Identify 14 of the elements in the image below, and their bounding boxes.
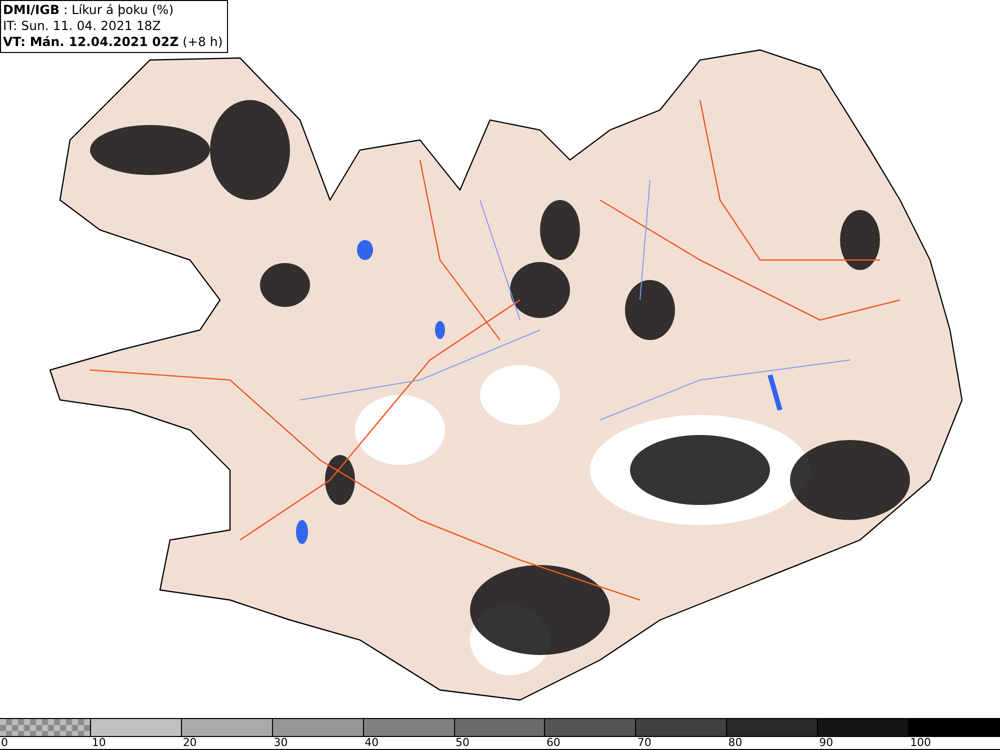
legend-label: 100 [909,737,932,749]
legend-label: 10 [90,737,106,749]
issue-time: IT: Sun. 11. 04. 2021 18Z [3,18,162,34]
legend-label: 0 [0,737,8,749]
legend-label: 60 [545,737,560,749]
valid-time: VT: Mán. 12.04.2021 02Z (+8 h) [3,34,223,50]
legend-label: 90 [818,737,834,749]
legend-label: 80 [727,737,742,749]
legend-label: 70 [636,737,652,749]
legend-label: 40 [364,737,379,749]
legend-label: 50 [454,737,470,749]
legend-label: 30 [272,737,288,749]
legend-label: 20 [182,737,197,749]
map-title: DMI/IGB : Líkur á þoku (%) [3,2,175,18]
